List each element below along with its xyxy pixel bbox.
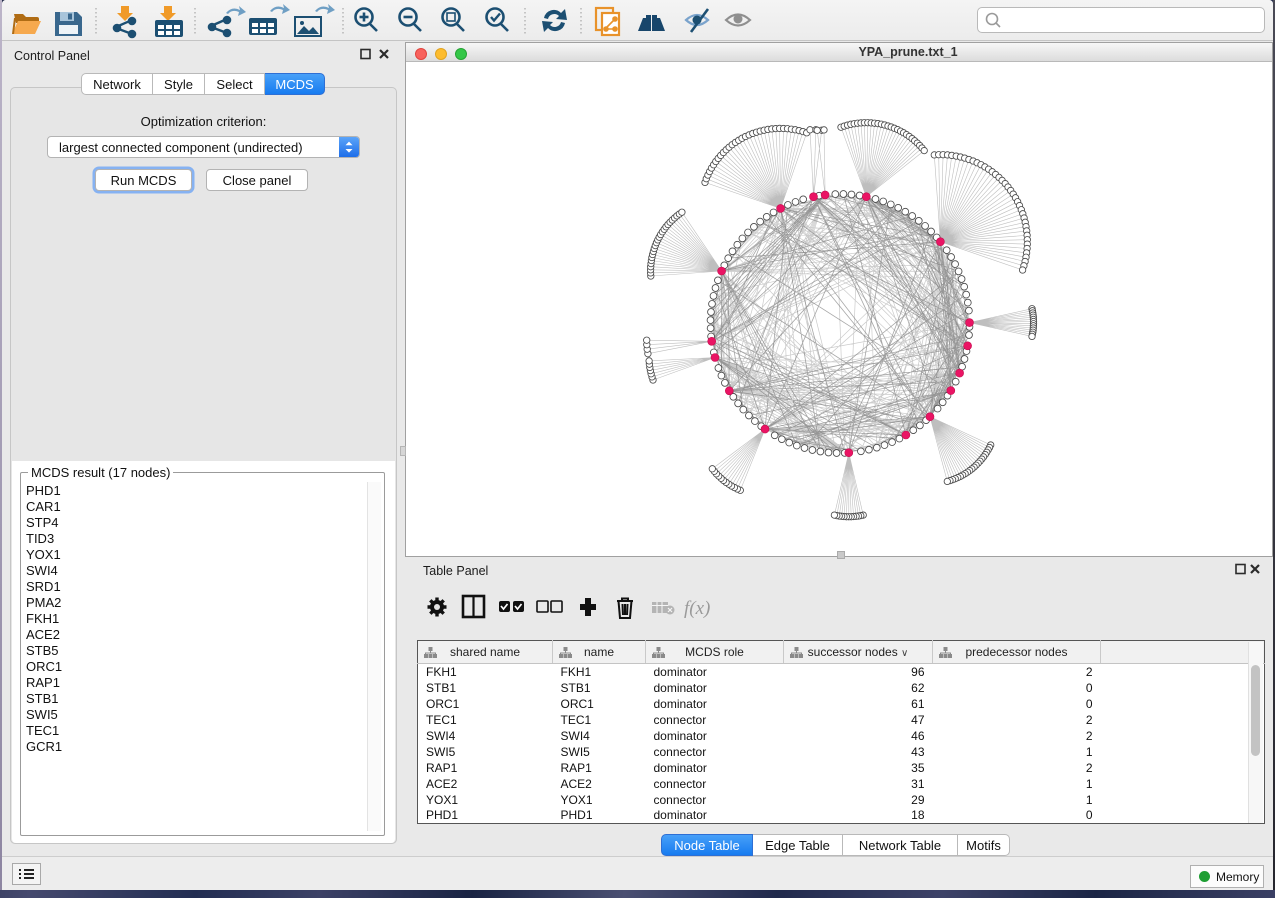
svg-text:f(x): f(x) (684, 598, 710, 619)
